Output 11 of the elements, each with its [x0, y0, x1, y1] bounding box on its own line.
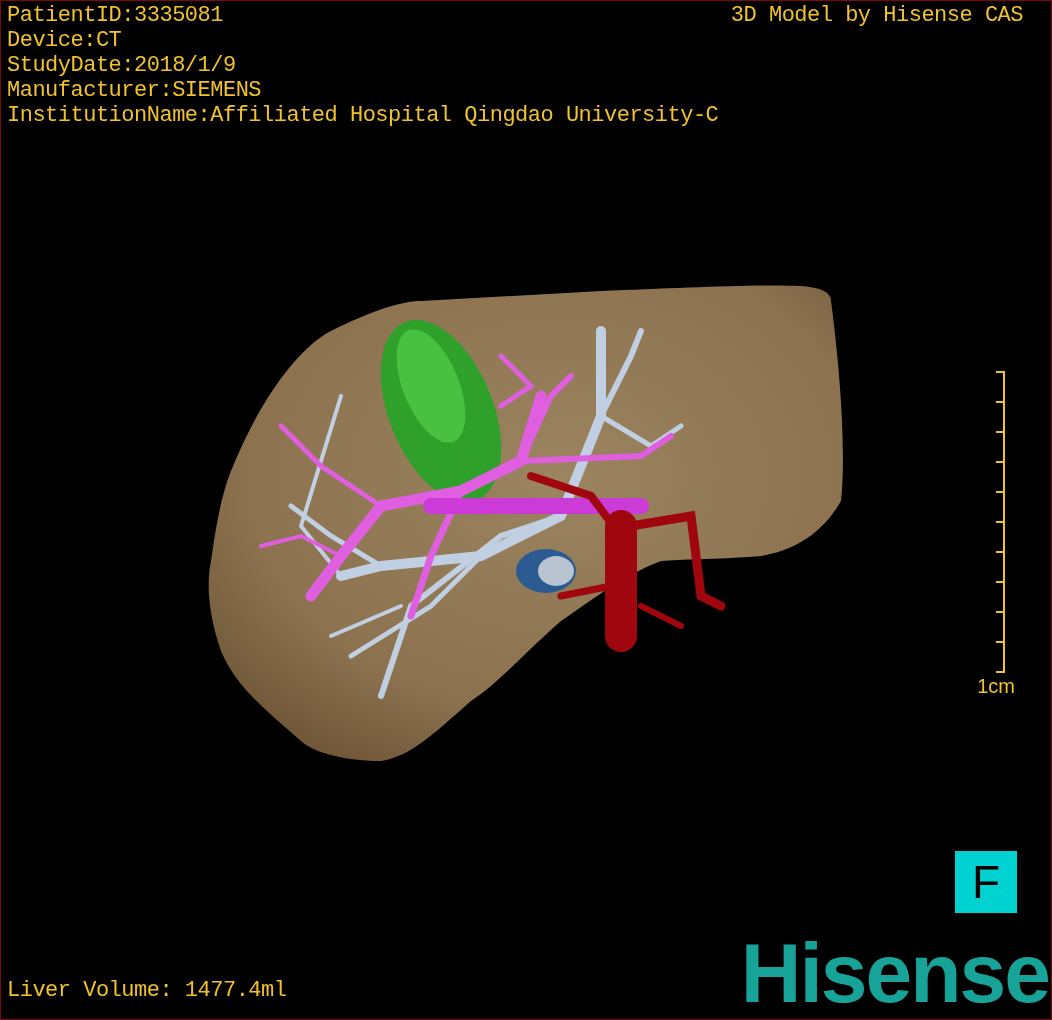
- view-orientation-marker: F: [955, 851, 1017, 913]
- study-info-text: Device:CT: [7, 28, 123, 53]
- scale-bar-icon: [995, 371, 1005, 673]
- model-credit-text: 3D Model by Hisense CAS: [730, 3, 1023, 30]
- scale-label: 1cm: [977, 675, 1015, 698]
- study-info-text: Manufacturer:SIEMENS: [7, 78, 263, 103]
- logo: Hisense: [740, 933, 1049, 1013]
- liver-volume-text: Liver Volume: 1477.4ml: [7, 978, 287, 1003]
- study-info-text: StudyDate:2018/1/9: [7, 53, 237, 78]
- study-info-text: InstitutionName:Affiliated Hospital Qingdao University-C: [7, 103, 719, 128]
- study-info-text: PatientID:3335081: [7, 3, 224, 28]
